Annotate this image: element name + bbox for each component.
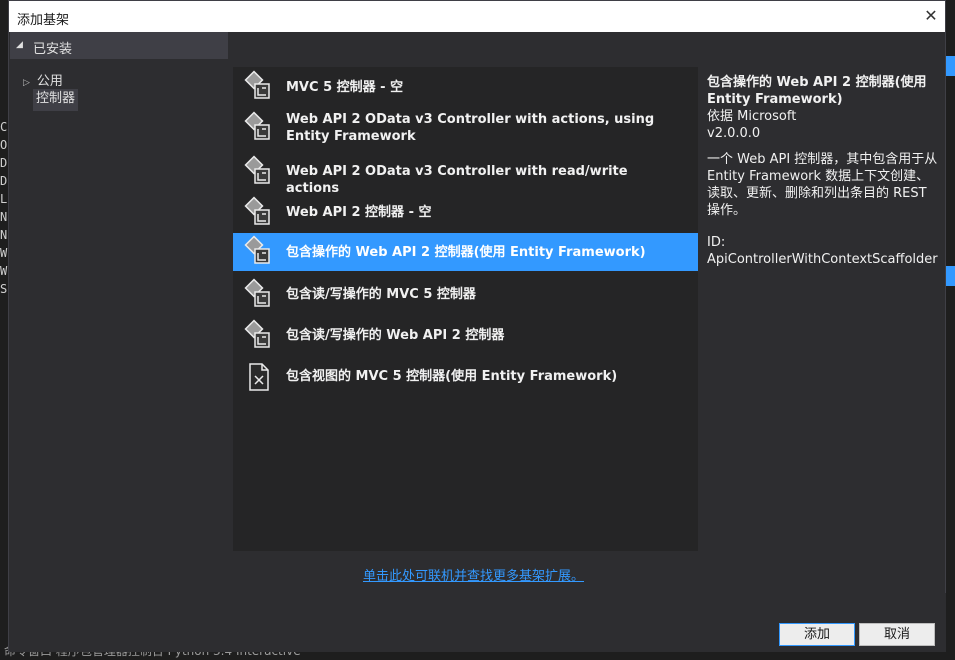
scaffold-list: MVC 5 控制器 - 空 Web API 2 OData v3 Controll… xyxy=(233,67,698,551)
details-description: 一个 Web API 控制器，其中包含用于从 Entity Framework … xyxy=(707,152,938,218)
controller-icon xyxy=(242,278,276,312)
scaffold-list-item[interactable]: Web API 2 控制器 - 空 xyxy=(233,192,698,233)
close-icon[interactable]: ✕ xyxy=(920,5,942,27)
details-name: 包含操作的 Web API 2 控制器(使用 Entity Framework) xyxy=(707,75,927,107)
controller-icon xyxy=(242,319,276,353)
dialog-titlebar: 添加基架 ✕ xyxy=(9,1,945,32)
scaffold-list-item-label: Web API 2 控制器 - 空 xyxy=(286,205,432,220)
scaffold-list-item-label: 包含操作的 Web API 2 控制器(使用 Entity Framework) xyxy=(286,245,646,260)
scaffold-list-item-label: 包含视图的 MVC 5 控制器(使用 Entity Framework) xyxy=(286,369,618,384)
details-id: ID: ApiControllerWithContextScaffolder xyxy=(707,235,938,267)
details-author: 依据 Microsoft xyxy=(707,109,797,124)
details-version: v2.0.0.0 xyxy=(707,126,761,141)
dialog-title: 添加基架 xyxy=(17,13,70,28)
add-button[interactable]: 添加 xyxy=(779,623,855,646)
scaffold-list-item-label: 包含读/写操作的 Web API 2 控制器 xyxy=(286,328,505,343)
installed-header[interactable]: ◢ 已安装 xyxy=(10,32,228,59)
dialog-footer: 添加 取消 xyxy=(10,593,946,652)
tree-item-public-label: 公用 xyxy=(36,74,63,89)
more-scaffolds-link[interactable]: 单击此处可联机并查找更多基架扩展。 xyxy=(363,565,584,584)
scaffold-list-item[interactable]: Web API 2 OData v3 Controller with read/… xyxy=(233,151,698,196)
controller-icon xyxy=(242,196,276,230)
cancel-button[interactable]: 取消 xyxy=(859,623,935,646)
controller-icon xyxy=(242,70,276,104)
scaffold-list-item[interactable]: 包含读/写操作的 Web API 2 控制器 xyxy=(233,315,698,356)
tree-item-public[interactable]: ▷ 公用 xyxy=(23,70,63,89)
scaffold-list-item[interactable]: MVC 5 控制器 - 空 xyxy=(233,69,698,105)
tree-item-controller[interactable]: 控制器 xyxy=(33,89,79,111)
scaffold-list-item-label: MVC 5 控制器 - 空 xyxy=(286,80,404,95)
details-panel: 包含操作的 Web API 2 控制器(使用 Entity Framework)… xyxy=(707,74,939,268)
scaffold-list-item-label: Web API 2 OData v3 Controller with actio… xyxy=(286,112,655,144)
add-scaffold-dialog: 添加基架 ✕ ◢ 已安装 ▷ 公用 控制器 MVC 5 控制器 - 空 Web AP… xyxy=(8,0,946,652)
scaffold-list-item[interactable]: 包含读/写操作的 MVC 5 控制器 xyxy=(233,274,698,315)
scaffold-list-item[interactable]: Web API 2 OData v3 Controller with actio… xyxy=(233,105,698,151)
scaffold-list-item[interactable]: 包含操作的 Web API 2 控制器(使用 Entity Framework) xyxy=(233,233,698,271)
controller-icon xyxy=(242,235,276,269)
view-controller-icon xyxy=(242,360,276,394)
scaffold-list-item-label: 包含读/写操作的 MVC 5 控制器 xyxy=(286,287,476,302)
controller-icon xyxy=(242,155,276,189)
controller-icon xyxy=(242,111,276,145)
expand-triangle-icon[interactable]: ▷ xyxy=(23,78,30,88)
installed-label: 已安装 xyxy=(33,42,73,57)
scaffold-list-item[interactable]: 包含视图的 MVC 5 控制器(使用 Entity Framework) xyxy=(233,356,698,397)
collapse-triangle-icon[interactable]: ◢ xyxy=(16,40,23,50)
